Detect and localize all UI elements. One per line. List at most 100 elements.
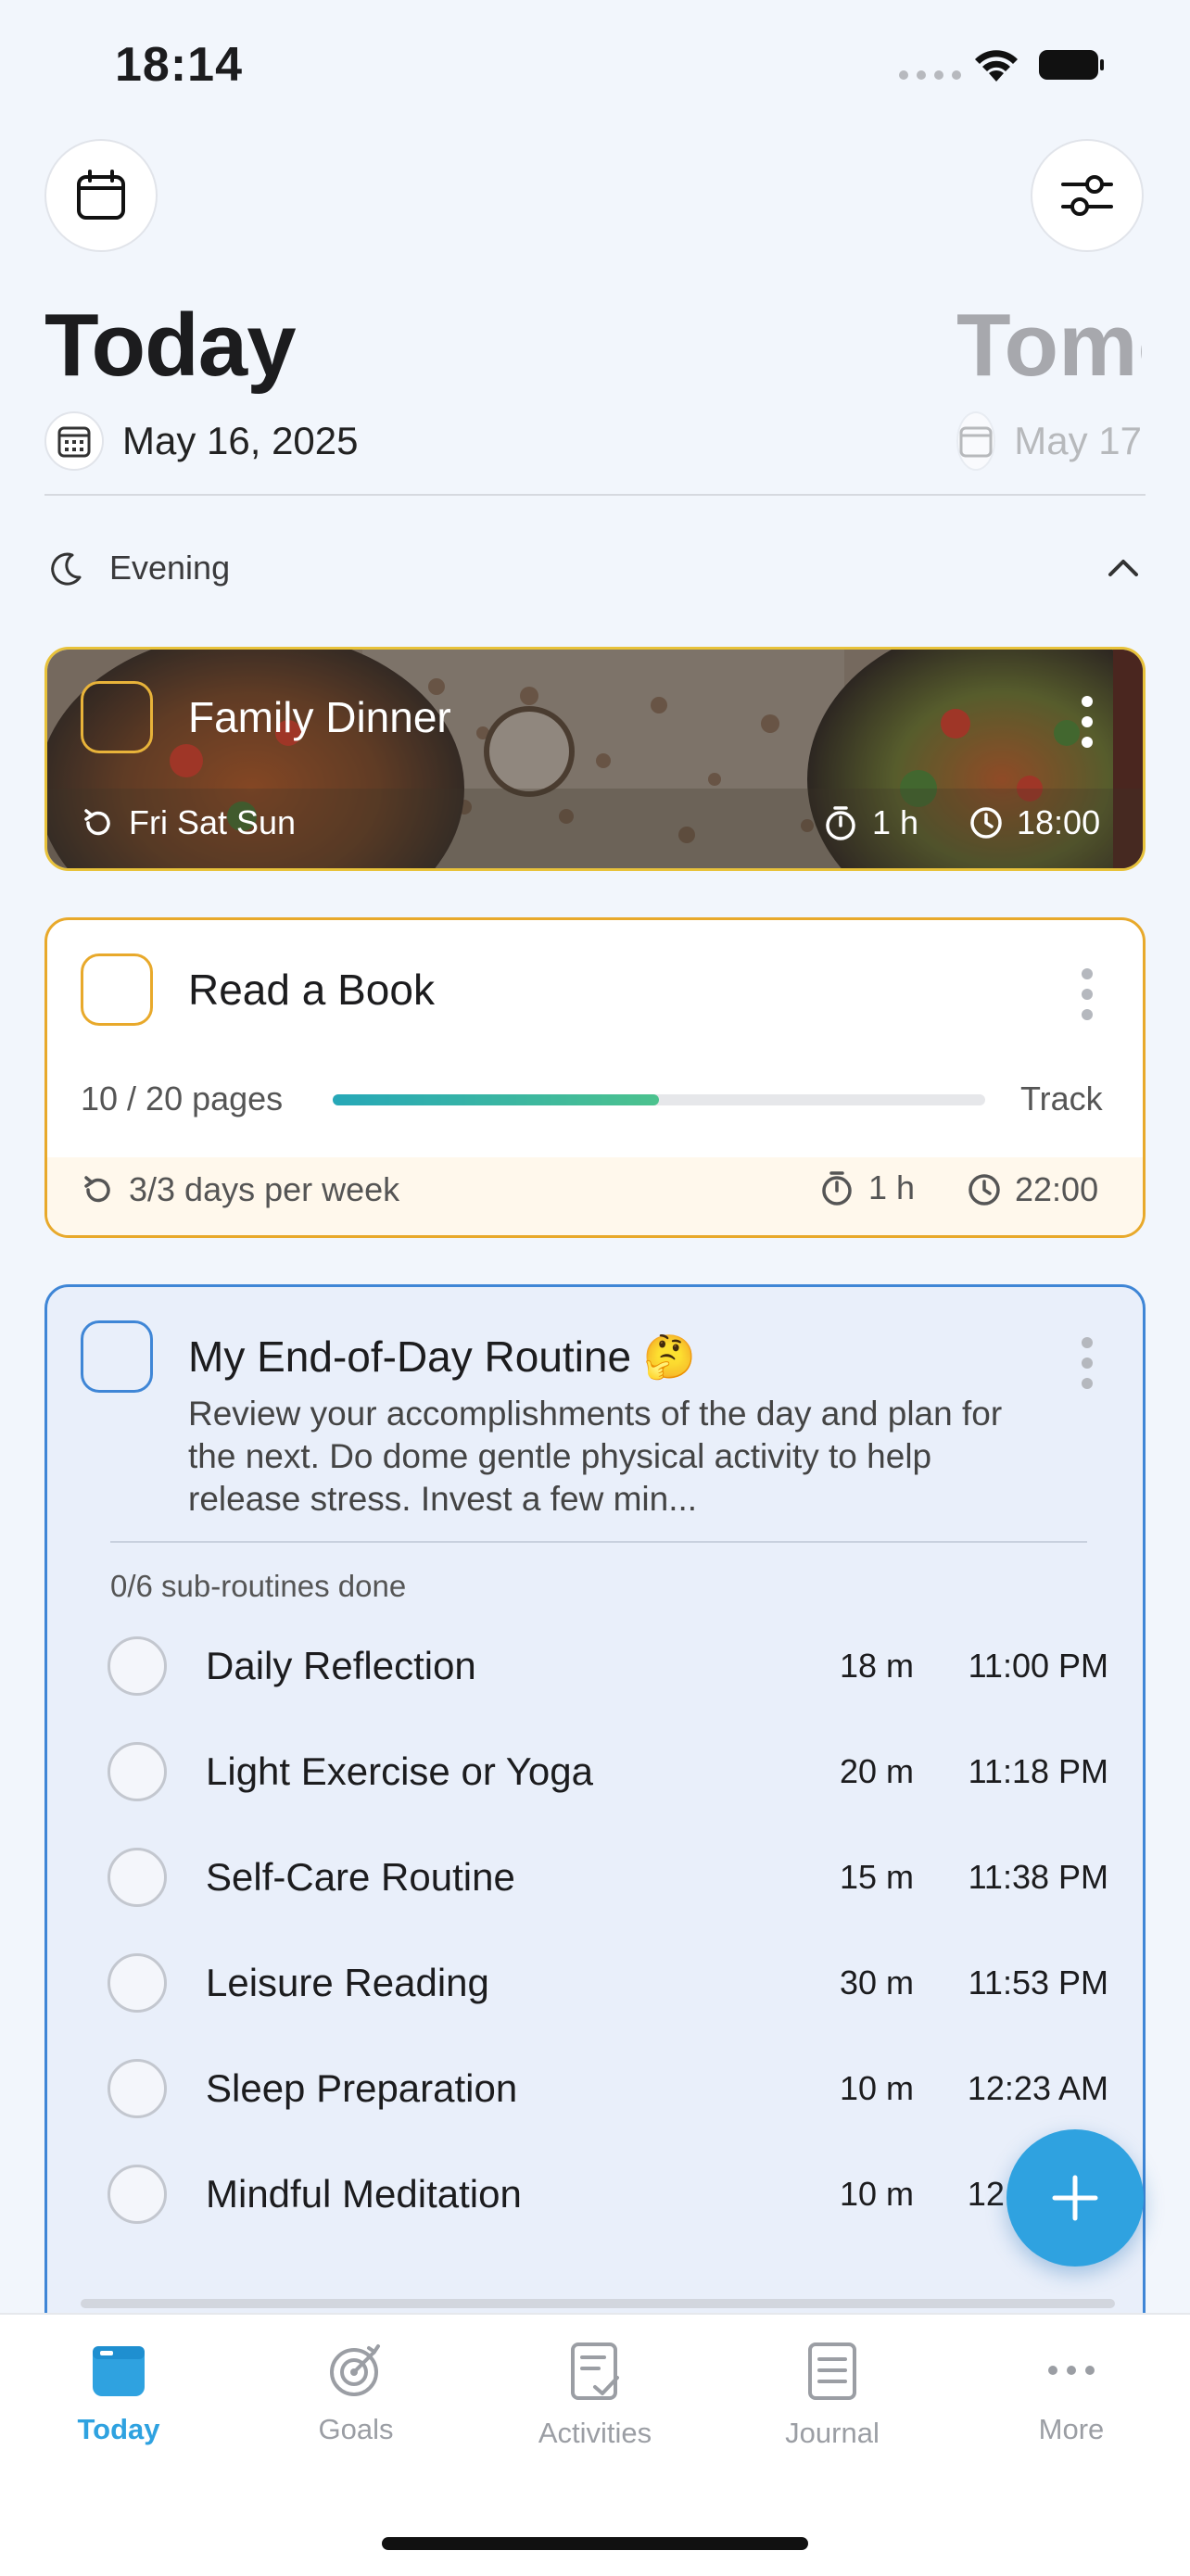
tab-label: Journal (785, 2417, 880, 2449)
stopwatch-icon (822, 1171, 852, 1206)
section-header-evening[interactable]: Evening (48, 549, 1142, 587)
sub-routine-name: Sleep Preparation (206, 2066, 518, 2110)
tab-label: More (1038, 2413, 1105, 2445)
sub-routine-progress: 0/6 sub-routines done (110, 1569, 407, 1603)
duration-info: 1 h (818, 1168, 915, 1207)
habit-checkbox[interactable] (81, 953, 153, 1026)
sub-routine-row[interactable]: Daily Reflection 18 m 11:00 PM (108, 1629, 1108, 1703)
sub-routine-name: Mindful Meditation (206, 2172, 522, 2216)
progress-bar-fill (333, 1094, 659, 1105)
habit-checkbox[interactable] (81, 681, 153, 753)
more-options-icon[interactable] (1082, 968, 1093, 1020)
cellular-signal-icon (899, 70, 961, 80)
sub-routine-time: 12:23 AM (967, 2069, 1108, 2107)
clock-icon (970, 807, 1002, 839)
tab-label: Goals (318, 2413, 394, 2445)
routine-divider (110, 1541, 1087, 1543)
sub-routine-checkbox[interactable] (108, 2059, 167, 2118)
page-title: Today (44, 296, 297, 395)
section-label: Evening (109, 549, 231, 587)
current-date: May 16, 2025 (122, 419, 359, 462)
repeat-icon (84, 1176, 110, 1203)
sub-routine-time: 11:00 PM (968, 1647, 1108, 1685)
scheduled-time: 18:00 (1017, 803, 1101, 841)
sub-routine-checkbox[interactable] (108, 1848, 167, 1907)
routine-title: My End-of-Day Routine 🤔 (188, 1332, 697, 1381)
sub-routine-duration: 30 m (839, 1964, 914, 2001)
track-button[interactable]: Track (1020, 1080, 1103, 1118)
sub-routine-checkbox[interactable] (108, 1953, 167, 2013)
sub-routine-duration: 20 m (839, 1752, 914, 1790)
next-day-title[interactable]: Tomorrow (956, 295, 1142, 397)
activities-icon (571, 2342, 619, 2400)
calendar-grid-icon (959, 426, 993, 458)
home-indicator (382, 2537, 808, 2550)
sub-routine-checkbox[interactable] (108, 1636, 167, 1696)
tab-more[interactable]: More (969, 2342, 1173, 2446)
tab-today[interactable]: Today (17, 2342, 221, 2446)
next-date: May 17 (1014, 419, 1142, 462)
repeat-frequency: 3/3 days per week (129, 1170, 400, 1208)
date-selector[interactable]: May 16, 2025 (44, 411, 359, 471)
filter-settings-button[interactable] (1031, 139, 1144, 252)
sub-routine-row[interactable]: Sleep Preparation 10 m 12:23 AM (108, 2052, 1108, 2126)
time-info: 18:00 (968, 803, 1100, 842)
sub-routine-name: Daily Reflection (206, 1644, 476, 1687)
habit-title: Family Dinner (188, 693, 451, 741)
sub-routine-row[interactable]: Light Exercise or Yoga 20 m 11:18 PM (108, 1735, 1108, 1809)
calendar-icon (77, 170, 125, 220)
next-date-selector[interactable]: May 17 (956, 411, 1142, 471)
repeat-icon (84, 809, 110, 836)
sub-routine-time: 11:53 PM (968, 1964, 1108, 2001)
habit-card-family-dinner[interactable]: Family Dinner Fri Sat Sun 1 h 18:00 (44, 647, 1146, 871)
repeat-info: Fri Sat Sun (81, 803, 296, 842)
plus-icon (1052, 2175, 1098, 2221)
habit-title: Read a Book (188, 966, 435, 1014)
calendar-grid-icon (57, 426, 91, 458)
sub-routine-name: Leisure Reading (206, 1961, 489, 2004)
routine-scrollbar[interactable] (81, 2299, 1115, 2308)
progress-bar (333, 1094, 985, 1105)
sliders-icon (1061, 175, 1113, 216)
duration: 1 h (872, 803, 919, 841)
tab-label: Today (77, 2413, 160, 2445)
target-icon (330, 2344, 380, 2396)
progress-text: 10 / 20 pages (81, 1080, 284, 1118)
status-time: 18:14 (115, 38, 243, 92)
add-button[interactable] (1006, 2129, 1144, 2267)
chevron-up-icon[interactable] (1105, 554, 1142, 582)
routine-checkbox[interactable] (81, 1320, 153, 1393)
calendar-button[interactable] (44, 139, 158, 252)
tab-label: Activities (538, 2417, 652, 2449)
duration-info: 1 h (822, 803, 918, 842)
clock-icon (968, 1174, 1000, 1206)
tab-activities[interactable]: Activities (493, 2342, 697, 2450)
sub-routine-row[interactable]: Leisure Reading 30 m 11:53 PM (108, 1946, 1108, 2020)
wifi-icon (975, 50, 1018, 82)
repeat-info: 3/3 days per week (81, 1170, 399, 1209)
tab-journal[interactable]: Journal (730, 2342, 934, 2450)
routine-description: Review your accomplishments of the day a… (188, 1395, 1003, 1518)
sub-routine-checkbox[interactable] (108, 2165, 167, 2224)
repeat-days: Fri Sat Sun (129, 803, 297, 841)
sub-routine-row[interactable]: Mindful Meditation 10 m 12:33 AM (108, 2157, 1108, 2231)
moon-icon (51, 552, 82, 586)
more-options-icon[interactable] (1082, 696, 1093, 748)
habit-card-read-a-book[interactable]: Read a Book 10 / 20 pages Track 3/3 days… (44, 917, 1146, 1238)
sub-routine-duration: 18 m (839, 1647, 914, 1685)
sub-routine-duration: 10 m (839, 2069, 914, 2107)
time-info: 22:00 (967, 1170, 1098, 1209)
sub-routine-duration: 15 m (839, 1858, 914, 1896)
tab-goals[interactable]: Goals (254, 2342, 458, 2446)
sub-routine-name: Self-Care Routine (206, 1855, 515, 1899)
sub-routine-row[interactable]: Self-Care Routine 15 m 11:38 PM (108, 1840, 1108, 1914)
more-options-icon[interactable] (1082, 1337, 1093, 1389)
today-icon (93, 2346, 145, 2396)
sub-routine-duration: 10 m (839, 2175, 914, 2213)
journal-icon (808, 2342, 856, 2400)
sub-routine-time: 11:38 PM (968, 1858, 1108, 1896)
more-icon (1048, 2366, 1095, 2375)
sub-routine-name: Light Exercise or Yoga (206, 1749, 593, 1793)
sub-routine-checkbox[interactable] (108, 1742, 167, 1801)
sub-routine-time: 11:18 PM (968, 1752, 1108, 1790)
